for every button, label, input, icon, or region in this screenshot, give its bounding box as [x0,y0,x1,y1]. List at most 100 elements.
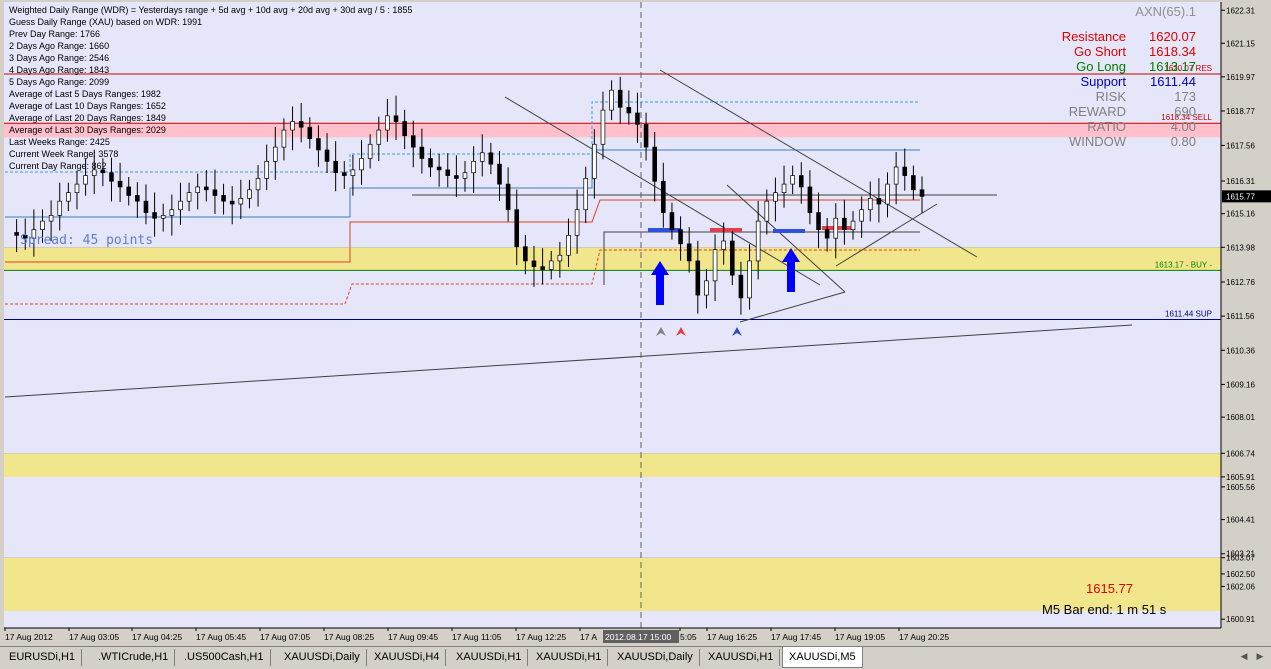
level-panel-label: REWARD [1068,104,1126,119]
level-panel-value: 1618.34 [1149,44,1196,59]
info-line: Average of Last 10 Days Ranges: 1652 [9,101,166,111]
level-panel-value: 1611.44 [1149,74,1196,89]
candle-body [747,260,752,299]
x-tick-label: 2012.08.17 15:00 [605,632,671,642]
candle-body [66,192,71,202]
y-tick-label: 1619.97 [1226,73,1255,82]
candle-body [419,146,425,159]
current-price-readout: 1615.77 [1086,581,1133,596]
chart-tab[interactable]: XAUUSDi,H1 [450,649,529,666]
candle-body [247,189,252,199]
level-panel-value: 1613.17 [1149,59,1196,74]
zone-band [4,453,1221,477]
level-panel-row: REWARD 690 [1040,104,1200,119]
zone-band [4,247,1221,271]
y-tick-label: 1602.06 [1226,582,1255,591]
info-line: 3 Days Ago Range: 2546 [9,53,110,63]
y-tick-label: 1603.07 [1226,554,1255,563]
level-panel-value: 1620.07 [1149,29,1196,44]
candle-body [160,215,166,219]
chart-tab[interactable]: XAUUSDi,M5 [782,647,863,668]
candle-body [255,178,261,191]
candle-body [824,229,830,239]
y-tick-label: 1616.31 [1226,177,1255,186]
tab-scroll-left-icon[interactable]: ◀ [1237,650,1251,664]
info-line: Current Week Range: 3578 [9,149,119,159]
candle-body [721,240,726,250]
chart-tab[interactable]: EURUSDi,H1 [3,649,83,666]
level-panel-label: RATIO [1087,119,1126,134]
level-label: 1611.44 SUP [1165,310,1212,319]
y-tick-label: 1610.36 [1226,346,1255,355]
candle-body [109,172,114,182]
candle-body [48,215,54,222]
candle-body [574,209,580,236]
candle-body [454,175,459,179]
candle-body [643,124,649,148]
candle-body [428,158,433,168]
chart-tab[interactable]: XAUUSDi,Daily [611,649,700,666]
chart-tab[interactable]: .WTICrude,H1 [92,649,176,666]
info-line: Guess Daily Range (XAU) based on WDR: 19… [9,17,203,27]
y-tick-label: 1611.56 [1226,312,1255,321]
x-tick-label: 17 Aug 05:45 [196,632,246,642]
candle-body [669,212,675,230]
candle-body [859,209,864,222]
candle-body [652,146,657,182]
x-tick-label: 17 Aug 17:45 [771,632,821,642]
candle-body [14,232,19,236]
candle-body [488,152,494,165]
order-marker [773,229,805,233]
candle-body [893,166,899,185]
level-panel-row: Resistance 1620.07 [1040,29,1200,44]
y-tick-label: 1605.91 [1226,473,1255,482]
info-line: Average of Last 5 Days Ranges: 1982 [9,89,161,99]
candle-body [40,220,45,230]
y-tick-label: 1612.76 [1226,278,1255,287]
candle-body [505,183,511,211]
level-panel-value: 4.00 [1170,119,1196,134]
chart-tab[interactable]: XAUUSDi,Daily [278,649,367,666]
candle-body [557,254,563,262]
candle-body [186,192,192,202]
y-tick-label: 1602.50 [1226,570,1255,579]
candle-body [712,249,718,282]
level-panel-row: WINDOW 0.80 [1040,134,1200,149]
candle-body [850,220,856,230]
candle-body [876,197,882,205]
candle-body [117,180,123,188]
candle-body [471,160,476,174]
x-tick-label: 17 Aug 04:25 [132,632,182,642]
candle-body [755,220,761,262]
x-tick-label: 17 Aug 16:25 [707,632,757,642]
candle-body [583,178,589,211]
x-tick-label: 17 Aug 20:25 [899,632,949,642]
info-line: 4 Days Ago Range: 1843 [9,65,110,75]
candle-body [540,266,545,270]
candle-body [195,186,200,193]
chart-tab[interactable]: XAUUSDi,H4 [368,649,447,666]
x-tick-label: 5:05 [680,632,697,642]
level-panel-row: Go Long 1613.17 [1040,59,1200,74]
candle-body [626,106,632,114]
y-tick-label: 1621.15 [1226,39,1255,48]
candle-body [617,89,623,108]
chart-tab[interactable]: .US500Cash,H1 [178,649,271,666]
chart-window: 1620.07 RES 1618.34 SELL 1613.17 - BUY -16… [0,0,1271,669]
x-tick-label: 17 A [580,632,597,642]
chart-tab[interactable]: XAUUSDi,H1 [702,649,781,666]
current-price-tag-label: 1615.77 [1226,192,1255,201]
candle-body [238,197,244,205]
candle-body [919,189,925,197]
candle-body [695,260,701,296]
candle-body [57,200,63,216]
tab-scroll-right-icon[interactable]: ▶ [1253,650,1267,664]
spread-label: Spread: 45 points [20,233,154,248]
indicator-name: AXN(65).1 [1135,4,1196,19]
candle-body [445,169,451,176]
candle-body [204,186,209,191]
candle-body [436,166,442,171]
candle-body [514,209,520,248]
candle-body [661,180,666,213]
chart-tab[interactable]: XAUUSDi,H1 [530,649,609,666]
